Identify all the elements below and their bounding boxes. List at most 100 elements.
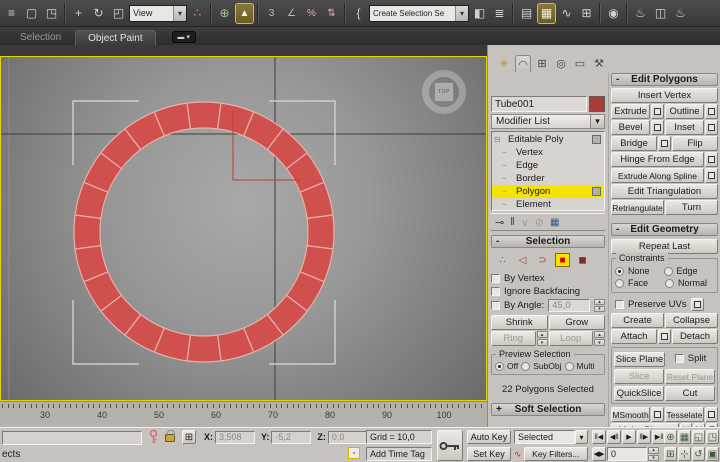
stack-item-vertex[interactable]: ┄ Vertex xyxy=(492,146,604,159)
element-subobject-icon[interactable]: ◼ xyxy=(575,253,590,267)
angle-value-field[interactable]: 45,0 xyxy=(548,298,590,312)
extrude-button[interactable]: Extrude xyxy=(611,104,650,119)
bevel-settings-button[interactable] xyxy=(651,120,664,135)
msmooth-button[interactable]: MSmooth xyxy=(611,407,650,422)
reference-coordinate-dropdown[interactable]: View ▾ xyxy=(129,4,187,22)
absolute-offset-toggle[interactable]: ⊞ xyxy=(182,430,196,444)
preview-multi-radio[interactable] xyxy=(564,361,574,371)
hinge-settings-button[interactable] xyxy=(705,152,718,167)
chevron-down-icon[interactable]: ▾ xyxy=(455,5,468,21)
checkbox[interactable] xyxy=(674,353,684,363)
constraint-face-radio[interactable] xyxy=(615,278,624,288)
selection-filter-dropdown[interactable]: Selected ▾ xyxy=(514,430,588,444)
set-key-button[interactable]: Set Key xyxy=(467,447,511,461)
set-keys-button[interactable] xyxy=(437,430,463,461)
modifier-list-dropdown[interactable]: Modifier List ▾ xyxy=(491,114,605,129)
checkbox[interactable] xyxy=(491,273,500,283)
detach-button[interactable]: Detach xyxy=(672,329,718,344)
auto-key-button[interactable]: Auto Key xyxy=(467,430,511,444)
hinge-from-edge-button[interactable]: Hinge From Edge xyxy=(611,152,704,167)
render-setup-icon[interactable]: ♨ xyxy=(631,3,650,24)
ring-spinner[interactable]: ▴ ▾ xyxy=(536,331,548,346)
border-subobject-icon[interactable]: ⊃ xyxy=(535,253,550,267)
named-selection-sets-icon[interactable]: { xyxy=(349,3,368,24)
next-frame-button[interactable]: ‖▶ xyxy=(637,430,651,444)
tab-hierarchy-icon[interactable]: ⊞ xyxy=(534,55,550,72)
layer-manager-icon[interactable]: ▤ xyxy=(517,3,536,24)
current-frame-field[interactable]: 0 xyxy=(607,447,647,461)
snap-3d-toggle-icon[interactable]: 3 xyxy=(262,3,281,24)
viewcube[interactable]: TOP xyxy=(421,69,467,115)
preserve-uvs-checkbox[interactable] xyxy=(615,299,624,309)
checkbox[interactable] xyxy=(491,286,500,296)
constraint-normal-radio[interactable] xyxy=(665,278,675,288)
ribbon-minimize-dropdown[interactable]: ▬ ▾ xyxy=(171,31,196,43)
zoom-all-icon[interactable]: ▦ xyxy=(678,430,691,444)
inset-settings-button[interactable] xyxy=(705,120,718,135)
collapse-button[interactable]: Collapse xyxy=(665,313,718,328)
graphite-ribbon-toggle-icon[interactable]: ▦ xyxy=(537,2,556,24)
preview-off-radio[interactable] xyxy=(495,361,504,371)
viewcube-face[interactable]: TOP xyxy=(434,82,454,102)
selected-polygon[interactable] xyxy=(306,214,335,250)
flip-button[interactable]: Flip xyxy=(672,136,718,151)
select-rotate-icon[interactable]: ↻ xyxy=(89,3,108,24)
loop-spinner[interactable]: ▴ ▾ xyxy=(594,331,605,346)
tab-object-paint[interactable]: Object Paint xyxy=(75,30,156,45)
tab-create-icon[interactable]: ✳ xyxy=(496,55,512,72)
attach-settings-button[interactable] xyxy=(658,329,671,344)
tab-display-icon[interactable]: ▭ xyxy=(572,55,588,72)
percent-snap-toggle-icon[interactable]: % xyxy=(302,3,321,24)
zoom-region-icon[interactable]: ⊞ xyxy=(664,447,677,461)
remove-modifier-icon[interactable]: ⊘ xyxy=(535,216,544,229)
use-pivot-center-icon[interactable]: ∴ xyxy=(188,3,207,24)
orbit-icon[interactable]: ↺ xyxy=(692,447,705,461)
zoom-extents-all-icon[interactable]: ◳ xyxy=(706,430,719,444)
schematic-view-icon[interactable]: ⊞ xyxy=(577,3,596,24)
retriangulate-button[interactable]: Retriangulate xyxy=(611,200,664,215)
bridge-button[interactable]: Bridge xyxy=(611,136,657,151)
track-bar[interactable]: 30 40 50 60 70 80 90 100 xyxy=(0,401,487,427)
outline-button[interactable]: Outline xyxy=(665,104,704,119)
edit-geometry-rollout-header[interactable]: - Edit Geometry xyxy=(611,223,718,236)
object-name-field[interactable]: Tube001 xyxy=(491,96,587,112)
preserve-uvs-settings-button[interactable] xyxy=(690,297,704,311)
viewport-top[interactable]: TOP xyxy=(0,56,487,401)
tab-modify-icon[interactable]: ◠ xyxy=(515,55,531,72)
polygon-subobject-icon[interactable]: ■ xyxy=(555,253,570,267)
keyboard-override-toggle-icon[interactable]: ▲ xyxy=(235,2,254,24)
stack-display-icon[interactable] xyxy=(592,187,601,196)
angle-snap-toggle-icon[interactable]: ∠ xyxy=(282,3,301,24)
stack-item-editable-poly[interactable]: ⊟ Editable Poly xyxy=(492,133,604,146)
angle-spinner[interactable]: ▴ ▾ xyxy=(594,298,605,312)
slice-button[interactable]: Slice xyxy=(614,369,664,384)
tesselate-button[interactable]: Tesselate xyxy=(665,407,704,422)
inset-button[interactable]: Inset xyxy=(665,120,704,135)
select-scale-icon[interactable]: ◰ xyxy=(109,3,128,24)
window-crossing-icon[interactable]: ◳ xyxy=(42,3,61,24)
stack-item-edge[interactable]: ┄ Edge xyxy=(492,159,604,172)
frame-spinner[interactable]: ▴ ▾ xyxy=(648,447,659,461)
soft-selection-rollout-header[interactable]: + Soft Selection xyxy=(491,403,605,416)
reset-plane-button[interactable]: Reset Plane xyxy=(665,369,715,384)
stack-item-border[interactable]: ┄ Border xyxy=(492,172,604,185)
loop-button[interactable]: Loop xyxy=(548,331,593,346)
shrink-button[interactable]: Shrink xyxy=(491,315,548,330)
repeat-last-button[interactable]: Repeat Last xyxy=(611,239,718,254)
x-coordinate-field[interactable]: 3,508 xyxy=(215,430,255,444)
quickslice-button[interactable]: QuickSlice xyxy=(614,386,664,401)
rendered-frame-window-icon[interactable]: ◫ xyxy=(651,3,670,24)
default-in-out-tangent-icon[interactable]: ∿ xyxy=(514,449,522,460)
constraint-none-radio[interactable] xyxy=(615,266,624,276)
show-end-result-icon[interactable]: ‖ xyxy=(510,216,515,228)
play-button[interactable]: ▶ xyxy=(622,430,636,444)
key-filters-button[interactable]: Key Filters... xyxy=(523,447,588,461)
stack-item-polygon[interactable]: ┄ Polygon xyxy=(492,185,604,198)
stack-display-icon[interactable] xyxy=(592,135,601,144)
previous-frame-button[interactable]: ◀‖ xyxy=(607,430,621,444)
edit-polygons-rollout-header[interactable]: - Edit Polygons xyxy=(611,73,718,86)
extrude-settings-button[interactable] xyxy=(651,104,664,119)
edit-triangulation-button[interactable]: Edit Triangulation xyxy=(611,184,718,199)
slice-plane-button[interactable]: Slice Plane xyxy=(614,352,665,367)
selected-polygon[interactable] xyxy=(73,214,102,250)
